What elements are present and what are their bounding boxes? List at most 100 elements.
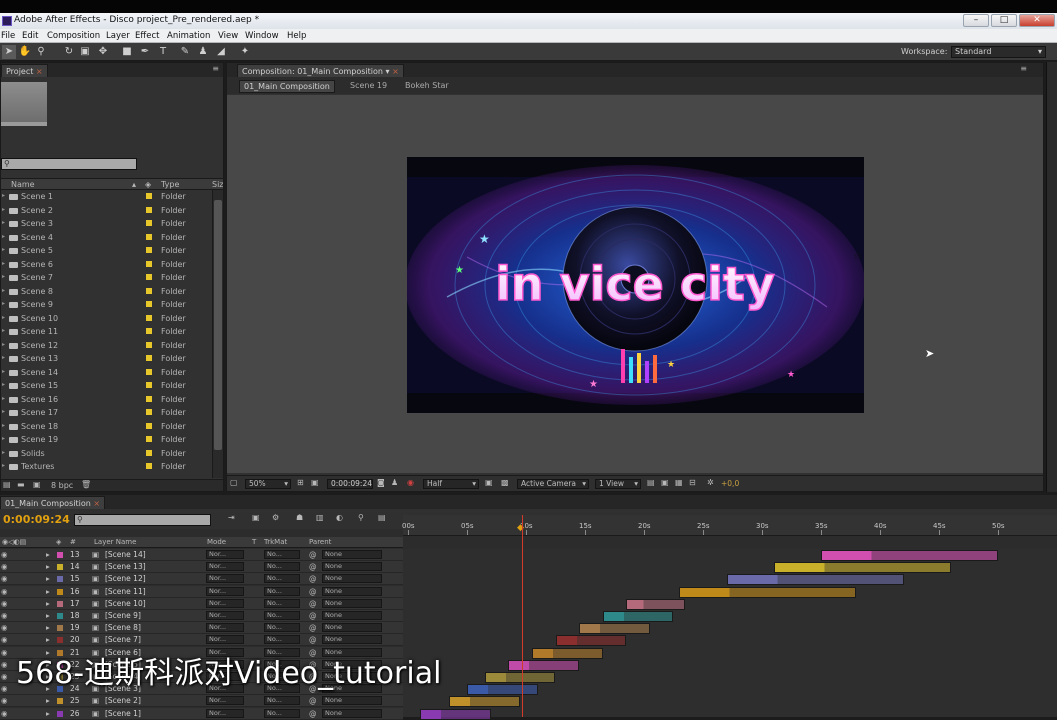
tab-project[interactable]: Project × — [1, 64, 48, 77]
minimize-button[interactable]: – — [963, 14, 989, 27]
composition-frame[interactable]: in vice city ★ ★ ★ ★ ★ — [407, 157, 864, 413]
menu-animation[interactable]: Animation — [167, 31, 210, 41]
layer-row[interactable]: ◉ ▸ 16 ▣ [Scene 11] Nor... No... @ None — [0, 585, 403, 598]
zoom-tool-icon[interactable]: ⚲ — [34, 45, 48, 59]
close-icon[interactable]: × — [93, 499, 100, 508]
label-color-swatch[interactable] — [146, 409, 152, 415]
timeline-search-input[interactable]: ⚲ — [74, 514, 211, 526]
expand-arrow-icon[interactable]: ▸ — [46, 562, 50, 571]
layer-duration-bar[interactable] — [821, 550, 998, 561]
mode-dropdown[interactable]: Nor... — [206, 586, 244, 596]
label-color-swatch[interactable] — [146, 395, 152, 402]
layer-duration-bar[interactable] — [555, 635, 627, 647]
label-color-swatch[interactable] — [146, 287, 152, 294]
layer-name[interactable]: [Scene 8] — [105, 623, 141, 632]
label-color-swatch[interactable] — [146, 260, 152, 267]
parent-dropdown[interactable]: None — [322, 562, 382, 572]
layer-label-color[interactable] — [57, 637, 63, 644]
expand-arrow-icon[interactable]: ▸ — [2, 246, 5, 253]
eye-icon[interactable]: ◉ — [1, 574, 8, 583]
label-color-swatch[interactable] — [146, 449, 152, 456]
column-name[interactable]: Name — [11, 180, 35, 189]
layer-duration-bar[interactable] — [531, 647, 603, 659]
layer-duration-bar[interactable] — [602, 611, 674, 622]
expand-arrow-icon[interactable]: ▸ — [2, 449, 5, 456]
layer-duration-bar[interactable] — [449, 696, 521, 708]
toggle-pixel-aspect-icon[interactable]: ▤ — [647, 478, 655, 487]
scrollbar-thumb[interactable] — [214, 200, 222, 450]
motion-blur-icon[interactable]: ◐ — [336, 513, 343, 522]
expand-arrow-icon[interactable]: ▸ — [2, 327, 5, 334]
layer-track-area[interactable] — [403, 549, 1057, 720]
eye-icon[interactable]: ◉ — [1, 709, 8, 718]
project-item[interactable]: ▸ Scene 14 Folder — [1, 366, 211, 380]
parent-dropdown[interactable]: None — [322, 598, 382, 608]
trkmat-dropdown[interactable]: No... — [264, 586, 300, 596]
layer-duration-bar[interactable] — [579, 623, 650, 635]
project-item[interactable]: ▸ Scene 15 Folder — [1, 379, 211, 393]
project-item[interactable]: ▸ Scene 8 Folder — [1, 285, 211, 299]
pick-whip-icon[interactable]: @ — [309, 574, 317, 583]
menu-window[interactable]: Window — [245, 31, 279, 41]
exposure-value[interactable]: +0,0 — [721, 479, 739, 488]
snapshot-camera-icon[interactable]: ◙ — [377, 478, 385, 487]
layer-name[interactable]: [Scene 10] — [105, 599, 146, 608]
menu-edit[interactable]: Edit — [22, 31, 38, 41]
expand-arrow-icon[interactable]: ▸ — [2, 422, 5, 429]
pick-whip-icon[interactable]: @ — [309, 599, 317, 608]
column-size[interactable]: Size — [212, 180, 223, 189]
menu-effect[interactable]: Effect — [135, 31, 159, 41]
eye-icon[interactable]: ◉ — [1, 611, 8, 620]
label-color-swatch[interactable] — [146, 233, 152, 240]
mode-dropdown[interactable]: Nor... — [206, 623, 244, 633]
layer-label-color[interactable] — [57, 600, 63, 607]
layer-name[interactable]: [Scene 9] — [105, 611, 141, 620]
tab-composition[interactable]: Composition: 01_Main Composition ▾ × — [237, 64, 404, 77]
label-column-icon[interactable]: ◈ — [145, 180, 151, 189]
parent-dropdown[interactable]: None — [322, 586, 382, 596]
view-layout-dropdown[interactable]: 1 View ▾ — [595, 479, 641, 489]
layer-row[interactable]: ◉ ▸ 20 ▣ [Scene 7] Nor... No... @ None — [0, 634, 403, 647]
close-icon[interactable]: × — [392, 67, 399, 76]
panel-menu-icon[interactable]: ≡ — [212, 64, 219, 73]
label-color-swatch[interactable] — [146, 193, 152, 199]
transparency-grid-icon[interactable]: ▩ — [501, 478, 509, 487]
panel-menu-icon[interactable]: ≡ — [1020, 64, 1027, 73]
eye-icon[interactable]: ◉ — [1, 648, 8, 657]
expand-arrow-icon[interactable]: ▸ — [46, 587, 50, 596]
project-item[interactable]: ▸ Scene 12 Folder — [1, 339, 211, 353]
eye-icon[interactable]: ◉ — [1, 587, 8, 596]
parent-dropdown[interactable]: None — [322, 574, 382, 584]
label-color-swatch[interactable] — [146, 301, 152, 307]
layer-label-color[interactable] — [57, 576, 63, 583]
rotate-tool-icon[interactable]: ↻ — [62, 45, 76, 59]
trkmat-dropdown[interactable]: No... — [264, 562, 300, 572]
expand-arrow-icon[interactable]: ▸ — [46, 709, 50, 718]
show-snapshot-icon[interactable]: ♟ — [391, 478, 398, 487]
expand-arrow-icon[interactable]: ▸ — [2, 368, 5, 375]
mode-dropdown[interactable]: Nor... — [206, 611, 244, 620]
layer-label-color[interactable] — [57, 698, 63, 705]
mask-visibility-icon[interactable]: ▣ — [311, 478, 319, 487]
project-item[interactable]: ▸ Scene 2 Folder — [1, 204, 211, 218]
composition-viewer[interactable]: in vice city ★ ★ ★ ★ ★ ☆ ➤ — [227, 95, 1043, 473]
camera-dropdown[interactable]: Active Camera ▾ — [517, 479, 589, 489]
parent-dropdown[interactable]: None — [322, 550, 382, 559]
expand-arrow-icon[interactable]: ▸ — [46, 623, 50, 632]
close-icon[interactable]: × — [36, 67, 43, 76]
trkmat-dropdown[interactable]: No... — [264, 611, 300, 620]
layer-duration-bar[interactable] — [467, 684, 538, 696]
project-item[interactable]: ▸ Solids Folder — [1, 447, 211, 461]
layer-duration-bar[interactable] — [679, 586, 857, 598]
live-update-icon[interactable]: ▣ — [252, 513, 260, 522]
selection-tool-icon[interactable]: ➤ — [2, 45, 16, 59]
label-color-swatch[interactable] — [146, 368, 152, 375]
mode-dropdown[interactable]: Nor... — [206, 562, 244, 572]
layer-name[interactable]: [Scene 1] — [105, 709, 141, 718]
breadcrumb-main-composition[interactable]: 01_Main Composition — [239, 80, 335, 93]
flowchart-icon[interactable]: ⊟ — [689, 478, 696, 487]
layer-label-color[interactable] — [57, 613, 63, 619]
project-item[interactable]: ▸ Scene 3 Folder — [1, 217, 211, 231]
expand-arrow-icon[interactable]: ▸ — [2, 273, 5, 280]
current-time-display[interactable]: 0:00:09:24 — [327, 479, 373, 489]
